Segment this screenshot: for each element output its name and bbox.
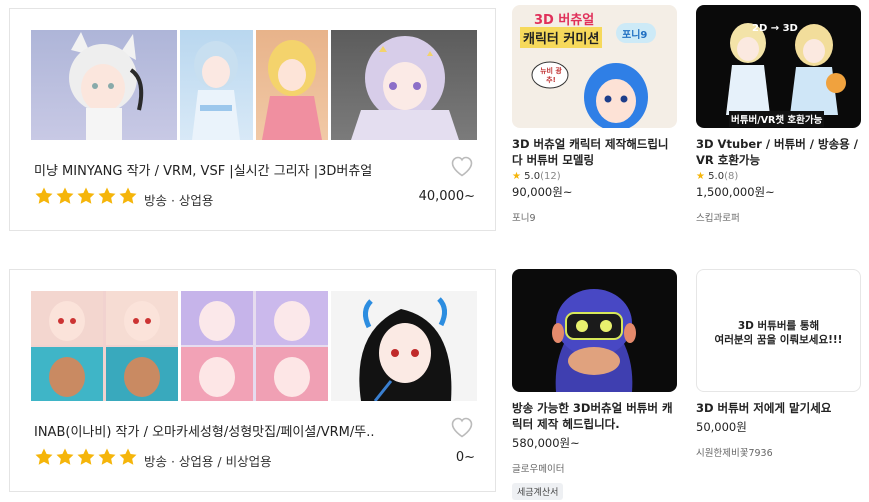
star-icon — [97, 186, 117, 206]
heart-icon[interactable] — [450, 416, 474, 438]
rating-stars — [34, 447, 138, 467]
thumbnail-text: 여러분의 꿈을 이뤄보세요!!! — [714, 334, 843, 346]
star-icon — [34, 447, 54, 467]
star-icon — [76, 186, 96, 206]
star-icon — [97, 447, 117, 467]
thumbnail-headline: 3D 버츄얼 — [534, 13, 595, 28]
star-icon: ★ — [696, 171, 705, 182]
star-icon — [55, 186, 75, 206]
rating-count: (12) — [540, 171, 561, 182]
star-icon — [118, 186, 138, 206]
card-rating: ★ 5.0(12) — [512, 171, 677, 182]
thumbnail-image — [31, 291, 178, 401]
star-icon: ★ — [512, 171, 521, 182]
listing-title[interactable]: INAB(이나비) 작가 / 오마카세성형/성형맛집/페이셜/VRM/뚜... — [34, 421, 374, 440]
listing-thumbnails[interactable] — [31, 291, 477, 401]
card-price: 90,000원~ — [512, 185, 573, 199]
listing-card[interactable]: INAB(이나비) 작가 / 오마카세성형/성형맛집/페이셜/VRM/뚜... … — [9, 269, 496, 492]
thumbnail-tag: 포니9 — [622, 30, 648, 41]
service-card[interactable]: 3D 버튜버를 통해 여러분의 꿈을 이뤄보세요!!! 3D 버튜버 저에게 맡… — [696, 269, 861, 459]
card-seller[interactable]: 포니9 — [512, 210, 677, 224]
card-title[interactable]: 방송 가능한 3D버츄얼 버튜버 캐릭터 제작 헤드립니다. — [512, 400, 677, 432]
service-card[interactable]: 방송 가능한 3D버츄얼 버튜버 캐릭터 제작 헤드립니다. 580,000원~… — [512, 269, 677, 500]
service-thumbnail[interactable] — [512, 269, 677, 392]
star-icon — [34, 186, 54, 206]
tax-invoice-badge: 세금계산서 — [512, 483, 564, 500]
card-price: 50,000원 — [696, 420, 747, 434]
thumbnail-image — [331, 291, 477, 401]
usage-label: 방송 · 상업용 — [144, 193, 214, 208]
listing-card[interactable]: 미냥 MINYANG 작가 / VRM, VSF |실시간 그리자 |3D버츄얼… — [9, 8, 496, 231]
card-rating: ★ 5.0(8) — [696, 171, 861, 182]
card-title[interactable]: 3D Vtuber / 버튜버 / 방송용 / VR 호환가능 — [696, 136, 861, 168]
card-title[interactable]: 3D 버튜버 저에게 맡기세요 — [696, 400, 861, 416]
service-thumbnail[interactable]: 3D 버츄얼 캐릭터 커미션 포니9 뉴비 광추! — [512, 5, 677, 128]
card-seller[interactable]: 스킵과로퍼 — [696, 210, 861, 224]
thumbnail-caption: 버튜버/VR챗 호환가능 — [729, 111, 825, 127]
listing-thumbnails[interactable] — [31, 30, 477, 140]
thumbnail-text: 3D 버튜버를 통해 — [737, 320, 820, 332]
heart-icon[interactable] — [450, 155, 474, 177]
thumbnail-image — [331, 30, 477, 140]
price-label: 0~ — [455, 450, 475, 465]
rating-stars — [34, 186, 138, 206]
price-label: 40,000~ — [418, 189, 475, 204]
card-title[interactable]: 3D 버츄얼 캐릭터 제작해드립니다 버튜버 모델링 — [512, 136, 677, 168]
star-icon — [76, 447, 96, 467]
service-thumbnail[interactable]: 2D → 3D 버튜버/VR챗 호환가능 — [696, 5, 861, 128]
rating-count: (8) — [724, 171, 739, 182]
card-price: 1,500,000원~ — [696, 185, 775, 199]
rating-value: 5.0 — [708, 171, 725, 182]
star-icon — [55, 447, 75, 467]
service-card[interactable]: 2D → 3D 버튜버/VR챗 호환가능 3D Vtuber / 버튜버 / 방… — [696, 5, 861, 224]
service-thumbnail[interactable]: 3D 버튜버를 통해 여러분의 꿈을 이뤄보세요!!! — [696, 269, 861, 392]
rating-value: 5.0 — [524, 171, 541, 182]
usage-label: 방송 · 상업용 / 비상업용 — [144, 454, 272, 469]
service-card[interactable]: 3D 버츄얼 캐릭터 커미션 포니9 뉴비 광추! 3D 버츄얼 캐릭터 제작해… — [512, 5, 677, 224]
card-seller[interactable]: 시원한제비꽃7936 — [696, 445, 861, 459]
card-seller[interactable]: 글로우메이터 — [512, 461, 677, 475]
thumbnail-image — [255, 30, 328, 140]
thumbnail-arrow-text: 2D → 3D — [752, 23, 798, 34]
thumbnail-image — [31, 30, 177, 140]
speech-bubble: 뉴비 광추! — [540, 67, 562, 84]
thumbnail-image — [181, 291, 328, 401]
card-price: 580,000원~ — [512, 436, 580, 450]
thumbnail-headline: 캐릭터 커미션 — [520, 27, 603, 48]
thumbnail-image — [180, 30, 253, 140]
listing-title[interactable]: 미냥 MINYANG 작가 / VRM, VSF |실시간 그리자 |3D버츄얼… — [34, 160, 374, 179]
star-icon — [118, 447, 138, 467]
